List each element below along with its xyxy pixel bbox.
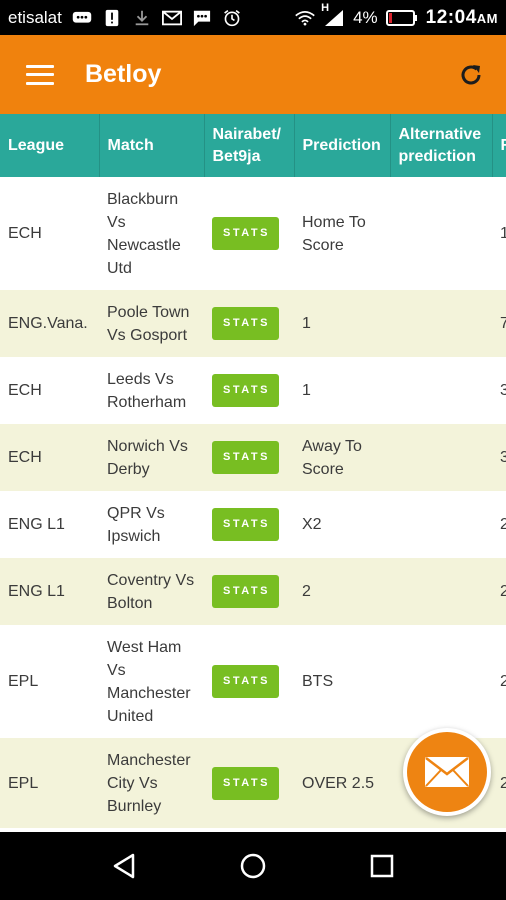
battery-icon: [385, 9, 417, 26]
extra-cell: 1: [492, 177, 506, 290]
stats-button[interactable]: STATS: [212, 374, 279, 407]
refresh-icon[interactable]: [458, 62, 484, 88]
mail-icon: [161, 10, 182, 25]
match-cell: QPR Vs Ipswich: [99, 491, 204, 558]
league-cell: ENG L1: [0, 558, 99, 625]
prediction-cell: X2: [294, 491, 390, 558]
table-row[interactable]: EPL West Ham Vs Manchester United STATS …: [0, 625, 506, 738]
match-cell: West Ham Vs Manchester United: [99, 625, 204, 738]
recents-button[interactable]: [362, 846, 402, 886]
extra-cell: 2: [492, 625, 506, 738]
status-bar: etisalat H 4% 12:04AM: [0, 0, 506, 35]
home-icon: [240, 853, 266, 879]
table-row[interactable]: ENG L1 QPR Vs Ipswich STATS X2 2: [0, 491, 506, 558]
stats-cell: STATS: [204, 738, 294, 828]
alternative-cell: [390, 625, 492, 738]
league-cell: ENG L1: [0, 491, 99, 558]
table-row[interactable]: ECH Blackburn Vs Newcastle Utd STATS Hom…: [0, 177, 506, 290]
match-cell: Coventry Vs Bolton: [99, 558, 204, 625]
prediction-cell: OVER 2.5: [294, 738, 390, 828]
app-title: Betloy: [85, 60, 162, 88]
alert-icon: [105, 9, 119, 26]
extra-cell: 3: [492, 424, 506, 491]
alarm-icon: [224, 9, 240, 26]
extra-cell: 3: [492, 357, 506, 424]
league-cell: EPL: [0, 625, 99, 738]
stats-cell: STATS: [204, 177, 294, 290]
column-header-extra: R: [492, 114, 506, 177]
message-icon: [193, 10, 210, 26]
mail-icon: [425, 757, 469, 787]
stats-button[interactable]: STATS: [212, 441, 279, 474]
column-header-prediction: Prediction: [294, 114, 391, 177]
alternative-cell: [390, 424, 492, 491]
column-header-nairabet-bet9ja: Nairabet/ Bet9ja: [204, 114, 295, 177]
app-bar: Betloy: [0, 35, 506, 114]
alternative-cell: [390, 357, 492, 424]
prediction-cell: Away To Score: [294, 424, 390, 491]
navigation-bar: [0, 832, 506, 900]
prediction-cell: BTS: [294, 625, 390, 738]
stats-button[interactable]: STATS: [212, 575, 279, 608]
table-row[interactable]: ENG L1 Coventry Vs Bolton STATS 2 2: [0, 558, 506, 625]
table-row[interactable]: ECH Leeds Vs Rotherham STATS 1 3: [0, 357, 506, 424]
prediction-cell: 2: [294, 558, 390, 625]
stats-cell: STATS: [204, 357, 294, 424]
hamburger-icon[interactable]: [26, 64, 54, 85]
stats-button[interactable]: STATS: [212, 217, 279, 250]
alternative-cell: [390, 177, 492, 290]
prediction-cell: 1: [294, 357, 390, 424]
match-cell: Poole Town Vs Gosport: [99, 290, 204, 357]
column-header-alternative-prediction: Alternative prediction: [390, 114, 493, 177]
match-cell: Manchester City Vs Burnley: [99, 738, 204, 828]
table-row[interactable]: ECH Norwich Vs Derby STATS Away To Score…: [0, 424, 506, 491]
table-row[interactable]: ENG.Vana. Poole Town Vs Gosport STATS 1 …: [0, 290, 506, 357]
clock: 12:04AM: [425, 6, 498, 28]
match-cell: Norwich Vs Derby: [99, 424, 204, 491]
alternative-cell: [390, 491, 492, 558]
back-button[interactable]: [104, 846, 144, 886]
extra-cell: 7: [492, 290, 506, 357]
predictions-table[interactable]: League Match Nairabet/ Bet9ja Prediction…: [0, 114, 506, 832]
prediction-cell: 1: [294, 290, 390, 357]
league-cell: ECH: [0, 177, 99, 290]
stats-cell: STATS: [204, 424, 294, 491]
network-type: H: [321, 1, 330, 14]
league-cell: EPL: [0, 738, 99, 828]
extra-cell: 2: [492, 558, 506, 625]
stats-button[interactable]: STATS: [212, 766, 279, 800]
home-button[interactable]: [233, 846, 273, 886]
stats-button[interactable]: STATS: [212, 665, 279, 698]
extra-cell: 2: [492, 738, 506, 828]
alternative-cell: [390, 558, 492, 625]
stats-cell: STATS: [204, 491, 294, 558]
recents-icon: [370, 854, 393, 878]
stats-cell: STATS: [204, 558, 294, 625]
stats-button[interactable]: STATS: [212, 508, 279, 541]
stats-button[interactable]: STATS: [212, 307, 279, 340]
chat-icon: [72, 11, 92, 23]
battery-percent: 4%: [353, 7, 378, 27]
carrier-name: etisalat: [8, 7, 62, 27]
wifi-icon: [295, 10, 315, 26]
download-icon: [135, 10, 149, 25]
match-cell: Blackburn Vs Newcastle Utd: [99, 177, 204, 290]
column-header-match: Match: [99, 114, 205, 177]
extra-cell: 2: [492, 491, 506, 558]
prediction-cell: Home To Score: [294, 177, 390, 290]
stats-cell: STATS: [204, 290, 294, 357]
column-header-league: League: [0, 114, 100, 177]
league-cell: ENG.Vana.: [0, 290, 99, 357]
league-cell: ECH: [0, 424, 99, 491]
match-cell: Leeds Vs Rotherham: [99, 357, 204, 424]
alternative-cell: [390, 290, 492, 357]
back-icon: [114, 853, 135, 879]
stats-cell: STATS: [204, 625, 294, 738]
contact-fab[interactable]: [403, 728, 491, 816]
league-cell: ECH: [0, 357, 99, 424]
table-header-row: League Match Nairabet/ Bet9ja Prediction…: [0, 114, 506, 177]
